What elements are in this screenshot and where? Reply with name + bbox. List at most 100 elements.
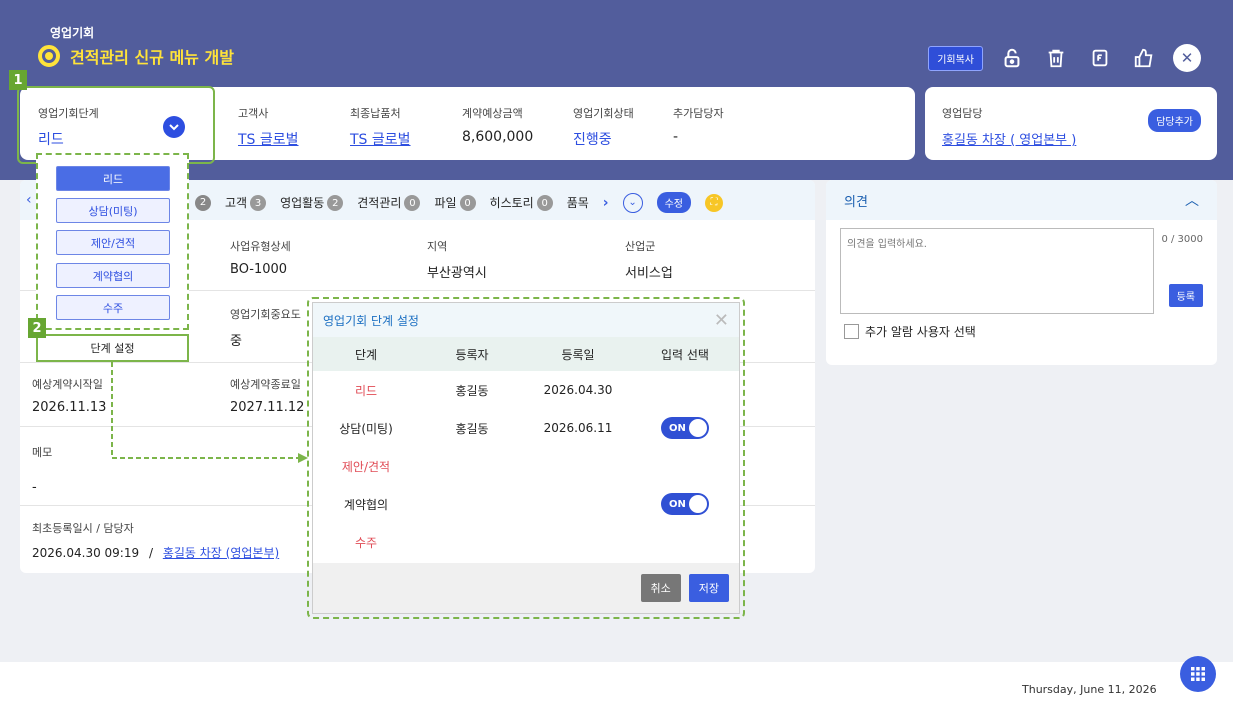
chevron-down-circle-icon[interactable]: ⌄ <box>622 192 643 213</box>
registration-owner-link[interactable]: 홍길동 차장 (영업본부) <box>163 546 279 560</box>
opinion-panel: 의견 ︿ 0 / 3000 등록 추가 알람 사용자 선택 <box>826 180 1217 365</box>
like-icon[interactable] <box>1129 43 1159 73</box>
extra-owner-field: 추가담당자 - <box>673 105 724 145</box>
industry-value: 서비스업 <box>625 266 673 281</box>
amount-field: 계약예상금액 8,600,000 <box>462 105 533 145</box>
biz-type-value: BO-1000 <box>230 262 288 277</box>
memo-label: 메모 <box>32 446 53 459</box>
modal-table-header: 단계 등록자 등록일 입력 선택 <box>313 337 739 371</box>
add-owner-button[interactable]: 담당추가 <box>1148 109 1201 132</box>
tab-history[interactable]: 히스토리 0 <box>490 194 553 212</box>
registration-separator: / <box>148 546 153 560</box>
header-toolbar: 기회복사 ✕ <box>928 43 1201 73</box>
stage-option-lead[interactable]: 리드 <box>56 166 170 191</box>
tab-count: 0 <box>459 195 476 212</box>
copy-opportunity-button[interactable]: 기회복사 <box>928 45 983 71</box>
alarm-checkbox[interactable] <box>844 324 859 339</box>
stage-option-won[interactable]: 수주 <box>56 295 170 320</box>
status-label: 영업기회상태 <box>573 107 634 120</box>
tab-activity[interactable]: 영업활동 2 <box>280 194 344 212</box>
table-row: 제안/견적 <box>313 447 739 485</box>
tab-quote[interactable]: 견적관리 0 <box>357 194 421 212</box>
modal-title: 영업기회 단계 설정 <box>323 313 419 328</box>
cancel-button[interactable]: 취소 <box>640 574 681 602</box>
marker-2: 2 <box>28 318 46 338</box>
tab-files[interactable]: 파일 0 <box>434 194 476 212</box>
opinion-title: 의견 <box>844 194 868 210</box>
save-button[interactable]: 저장 <box>688 574 729 602</box>
region-field: 지역 부산광역시 <box>427 238 487 281</box>
start-date-field: 예상계약시작일 2026.11.13 <box>32 376 106 415</box>
tab-count: 0 <box>536 195 553 212</box>
owner-link[interactable]: 홍길동 차장 ( 영업본부 ) <box>942 129 1076 148</box>
tab-count: 2 <box>195 194 211 211</box>
alarm-option[interactable]: 추가 알람 사용자 선택 <box>844 323 976 340</box>
importance-field: 영업기회중요도 중 <box>230 306 301 349</box>
importance-value: 중 <box>230 334 242 349</box>
header-user: 등록자 <box>455 347 489 362</box>
lock-icon[interactable] <box>997 43 1027 73</box>
expand-icon[interactable]: ⛶ <box>704 193 723 212</box>
footer-date: Thursday, June 11, 2026 <box>1022 683 1157 696</box>
page-title: 견적관리 신규 메뉴 개발 <box>38 44 234 68</box>
file-icon[interactable] <box>1085 43 1115 73</box>
apps-grid-icon[interactable] <box>1180 656 1216 692</box>
tab-left-icon[interactable]: ‹ <box>26 192 32 208</box>
input-toggle[interactable]: ON <box>661 493 709 515</box>
tab-items[interactable]: 품목 <box>567 194 589 211</box>
header-subtitle: 영업기회 <box>50 26 95 40</box>
owner-label: 영업담당 <box>942 107 983 120</box>
start-date-value: 2026.11.13 <box>32 400 107 415</box>
marker-1: 1 <box>9 70 27 90</box>
registration-date: 2026.04.30 09:19 <box>32 546 140 560</box>
owner-field: 영업담당 홍길동 차장 ( 영업본부 ) <box>942 105 1076 148</box>
chevron-up-icon[interactable]: ︿ <box>1185 190 1199 210</box>
memo-value: - <box>32 480 37 495</box>
input-toggle[interactable]: ON <box>661 417 709 439</box>
header-input: 입력 선택 <box>661 347 709 362</box>
memo-field: 메모 - <box>32 444 52 495</box>
region-value: 부산광역시 <box>427 266 487 281</box>
stage-option-negotiation[interactable]: 계약협의 <box>56 263 170 288</box>
tab-count: 0 <box>404 195 421 212</box>
close-icon[interactable]: ✕ <box>1173 44 1201 72</box>
tab-item[interactable]: 2 <box>192 194 211 211</box>
row-date: 2026.06.11 <box>543 421 613 435</box>
registration-field: 최초등록일시 / 담당자 2026.04.30 09:19 / 홍길동 차장 (… <box>32 520 279 561</box>
stage-option-proposal[interactable]: 제안/견적 <box>56 230 170 255</box>
connector-arrow <box>111 362 308 463</box>
opinion-input[interactable] <box>840 228 1154 314</box>
row-stage: 리드 <box>354 383 378 398</box>
delete-icon[interactable] <box>1041 43 1071 73</box>
tab-count: 2 <box>327 195 344 212</box>
row-stage: 계약협의 <box>343 497 389 512</box>
amount-value: 8,600,000 <box>462 129 534 145</box>
stage-option-meeting[interactable]: 상담(미팅) <box>56 198 170 223</box>
customer-field: 고객사 TS 글로벌 <box>238 105 299 149</box>
row-stage: 수주 <box>354 535 378 550</box>
delivery-link[interactable]: TS 글로벌 <box>350 129 411 149</box>
register-button[interactable]: 등록 <box>1168 284 1203 307</box>
edit-button[interactable]: 수정 <box>656 192 691 213</box>
alarm-label: 추가 알람 사용자 선택 <box>865 325 976 339</box>
delivery-label: 최종납품처 <box>350 107 401 120</box>
registration-label: 최초등록일시 / 담당자 <box>32 522 134 535</box>
stage-settings-modal: 영업기회 단계 설정 ✕ 단계 등록자 등록일 입력 선택 리드 홍길동 202… <box>312 302 740 614</box>
importance-label: 영업기회중요도 <box>230 308 301 321</box>
biz-type-field: 사업유형상세 BO-1000 <box>230 238 291 277</box>
modal-footer: 취소 저장 <box>313 563 739 613</box>
opinion-counter: 0 / 3000 <box>1161 234 1203 245</box>
table-row: 수주 <box>313 523 739 561</box>
stage-settings-button[interactable]: 단계 설정 <box>36 334 189 362</box>
owner-card: 영업담당 홍길동 차장 ( 영업본부 ) 담당추가 <box>925 87 1217 160</box>
delivery-field: 최종납품처 TS 글로벌 <box>350 105 411 149</box>
tab-list: 2 고객 3 영업활동 2 견적관리 0 파일 0 히스토리 0 품목 › ⌄ 수정 ⛶ <box>192 192 723 213</box>
row-stage: 상담(미팅) <box>339 421 393 436</box>
table-row: 리드 홍길동 2026.04.30 <box>313 371 739 409</box>
close-icon[interactable]: ✕ <box>714 310 729 331</box>
tab-customer[interactable]: 고객 3 <box>225 194 267 212</box>
customer-link[interactable]: TS 글로벌 <box>238 129 299 149</box>
customer-label: 고객사 <box>238 107 269 120</box>
chevron-right-icon[interactable]: › <box>603 195 609 211</box>
table-row: 계약협의 ON <box>313 485 739 523</box>
